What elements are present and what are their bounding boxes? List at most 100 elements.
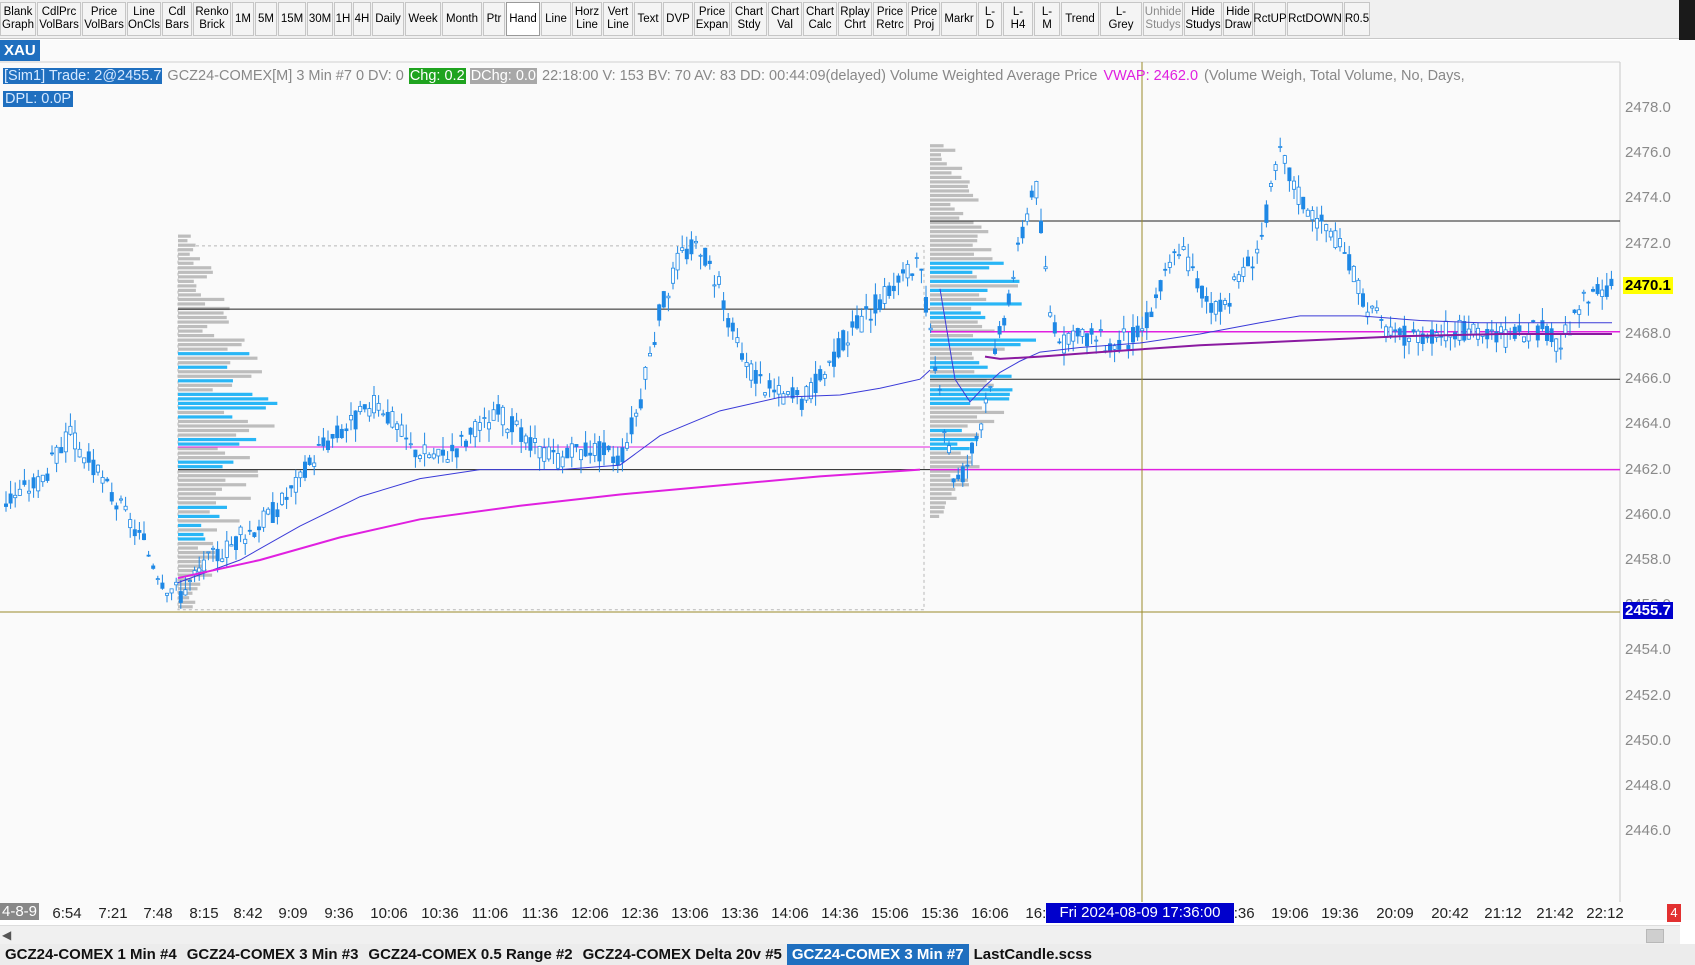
volume-profile-bar (178, 279, 194, 283)
candle-body (358, 405, 363, 413)
toolbar-button-rctdown[interactable]: RctDOWN (1287, 2, 1343, 36)
volume-profile-bar (930, 193, 974, 198)
toolbar-button-cdl-bars[interactable]: Cdl Bars (162, 2, 192, 36)
candle-body (1236, 274, 1241, 282)
chart-tab[interactable]: GCZ24-COMEX 1 Min #4 (0, 944, 182, 965)
volume-profile-bar (178, 324, 208, 329)
candle-body (1048, 312, 1053, 317)
toolbar-button-l-h4[interactable]: L-H4 (1003, 2, 1033, 36)
volume-profile-bar (930, 184, 968, 189)
candle-body (362, 404, 367, 410)
scroll-left-icon[interactable]: ◀ (2, 928, 11, 942)
candle-body (450, 444, 455, 452)
chart-tab[interactable]: GCZ24-COMEX 3 Min #3 (182, 944, 364, 965)
candle-body (1112, 345, 1117, 350)
toolbar-button-l-grey[interactable]: L-Grey (1100, 2, 1142, 36)
candle-body (45, 473, 50, 481)
toolbar-button-r0.5[interactable]: R0.5 (1344, 2, 1370, 36)
toolbar-button-30m[interactable]: 30M (307, 2, 333, 36)
candle-body (1338, 238, 1343, 248)
time-label: 8:15 (189, 905, 219, 922)
toolbar-button-blank-graph[interactable]: Blank Graph (0, 2, 36, 36)
toolbar-button-line-oncls[interactable]: Line OnCls (127, 2, 161, 36)
toolbar-button-horz-line[interactable]: Horz Line (572, 2, 602, 36)
toolbar-button-price-expan[interactable]: Price Expan (694, 2, 730, 36)
candle-body (638, 399, 643, 409)
candle-body (1489, 329, 1494, 332)
toolbar-button-price-proj[interactable]: Price Proj (908, 2, 940, 36)
volume-profile-bar (178, 442, 240, 446)
chart-tab[interactable]: GCZ24-COMEX 0.5 Range #2 (363, 944, 577, 965)
toolbar-button-15m[interactable]: 15M (278, 2, 306, 36)
toolbar-button-unhide-studys[interactable]: Unhide Studys (1143, 2, 1183, 36)
toolbar-button-hide-draw[interactable]: Hide Draw (1223, 2, 1253, 36)
volume-profile-bar (178, 605, 193, 609)
toolbar-button-rctup[interactable]: RctUP (1253, 2, 1287, 36)
candle-body (569, 443, 574, 458)
candle-body (408, 443, 413, 446)
candle-body (997, 326, 1002, 335)
candle-body (440, 449, 445, 456)
chart-tab[interactable]: LastCandle.scss (969, 944, 1097, 965)
toolbar-button-chart-stdy[interactable]: Chart Stdy (731, 2, 767, 36)
toolbar-button-hand[interactable]: Hand (506, 2, 540, 36)
toolbar-button-l-m[interactable]: L-M (1034, 2, 1060, 36)
toolbar-button-rplay-chrt[interactable]: Rplay Chrt (838, 2, 872, 36)
chart-tab[interactable]: GCZ24-COMEX Delta 20v #5 (578, 944, 787, 965)
toolbar-button-hide-studys[interactable]: Hide Studys (1184, 2, 1222, 36)
candle-body (390, 411, 395, 428)
alert-count-badge[interactable]: 4 (1667, 904, 1681, 922)
time-axis[interactable]: 6:54 7:21 7:48 8:15 8:42 9:09 9:36 10:06 10:36 11… (0, 902, 1680, 924)
candle-body (873, 294, 878, 314)
toolbar-button-price-volbars[interactable]: Price VolBars (82, 2, 126, 36)
volume-profile-bar (178, 541, 214, 546)
candle-body (859, 315, 864, 333)
toolbar-button-week[interactable]: Week (405, 2, 441, 36)
symbol-badge[interactable]: XAU (0, 40, 40, 61)
candle-body (1167, 261, 1172, 268)
price-chart[interactable] (0, 40, 1695, 902)
price-label: 2452.0 (1625, 686, 1671, 704)
candle-body (427, 454, 432, 459)
toolbar-button-trend[interactable]: Trend (1061, 2, 1099, 36)
toolbar-button-vert-line[interactable]: Vert Line (603, 2, 633, 36)
volume-profile-bar (930, 243, 973, 247)
candle-body (1333, 230, 1338, 248)
candle-body (965, 464, 970, 467)
toolbar-button-price-retrc[interactable]: Price Retrc (873, 2, 907, 36)
candle-body (1043, 266, 1048, 270)
candle-body (330, 433, 335, 439)
toolbar-button-chart-calc[interactable]: Chart Calc (803, 2, 837, 36)
volume-profile-bar (178, 361, 231, 365)
chart-tab[interactable]: GCZ24-COMEX 3 Min #7 (786, 944, 969, 965)
toolbar-button-4h[interactable]: 4H (353, 2, 371, 36)
volume-profile-bar (930, 505, 945, 509)
cursor-time-label: Fri 2024-08-09 17:36:00 (1046, 903, 1234, 923)
candle-body (54, 446, 59, 464)
toolbar-button-1m[interactable]: 1M (232, 2, 254, 36)
toolbar-button-5m[interactable]: 5M (255, 2, 277, 36)
candle-body (1057, 341, 1062, 344)
chart-tabs: GCZ24-COMEX 1 Min #4 GCZ24-COMEX 3 Min #3… (0, 944, 1695, 965)
candle-body (1411, 329, 1416, 333)
toolbar-button-dvp[interactable]: DVP (663, 2, 693, 36)
toolbar-button-daily[interactable]: Daily (372, 2, 404, 36)
toolbar-button-line[interactable]: Line (541, 2, 571, 36)
horizontal-scrollbar[interactable]: ◀ (0, 925, 1680, 944)
candle-body (882, 286, 887, 304)
candle-body (8, 493, 13, 504)
candle-body (533, 437, 538, 443)
candle-body (1522, 336, 1527, 343)
toolbar-button-markr[interactable]: Markr (941, 2, 977, 36)
toolbar-button-chart-val[interactable]: Chart Val (768, 2, 802, 36)
toolbar-button-month[interactable]: Month (442, 2, 482, 36)
candle-body (1347, 254, 1352, 271)
toolbar-button-ptr[interactable]: Ptr (483, 2, 505, 36)
toolbar-button-1h[interactable]: 1H (334, 2, 352, 36)
scroll-thumb[interactable] (1646, 929, 1664, 943)
toolbar-button-text[interactable]: Text (634, 2, 662, 36)
toolbar-button-l-d[interactable]: L-D (978, 2, 1002, 36)
toolbar-button-renko-brick[interactable]: Renko Brick (193, 2, 231, 36)
candle-body (1315, 218, 1320, 229)
toolbar-button-cdlprc-volbars[interactable]: CdlPrc VolBars (37, 2, 81, 36)
